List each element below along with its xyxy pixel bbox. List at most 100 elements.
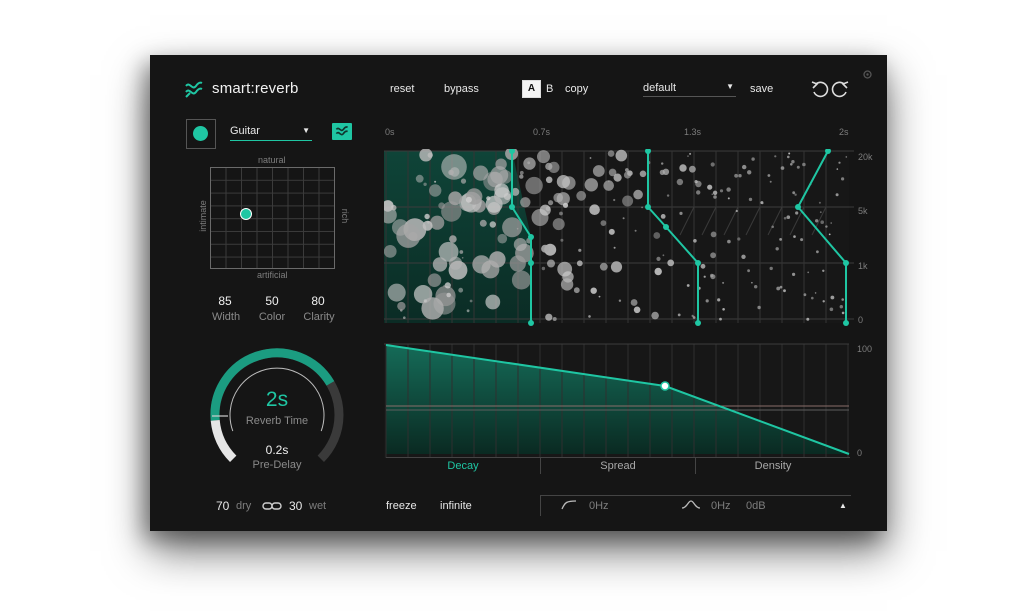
reset-button[interactable]: reset [390,83,414,95]
spectrum-particle [689,152,692,155]
spectrum-particle [819,211,822,214]
bell-filter-icon[interactable] [681,500,701,510]
spectrum-particle [423,182,427,186]
spectrum-particle [441,154,467,180]
spectrum-particle [769,266,773,271]
spectrum-particle [761,202,764,205]
spectrum-particle [489,221,496,228]
tab-decay[interactable]: Decay [386,458,541,474]
color-label: Color [258,311,286,323]
wet-value[interactable]: 30 [289,499,302,513]
freq-label-5k: 5k [858,206,868,216]
low-cut-value[interactable]: 0Hz [589,500,609,512]
spectrum-particle [519,170,524,175]
xy-pad-handle[interactable] [240,208,252,220]
decay-envelope-editor[interactable] [384,340,854,460]
spectrum-particle [423,299,427,303]
spectrum-particle [537,150,550,164]
undo-icon[interactable] [810,79,830,99]
spectrum-particle [449,235,457,243]
spectrum-particle [783,289,786,293]
spectrum-particle [822,269,825,272]
spectrum-particle [747,170,752,175]
profile-color-dot [193,126,208,141]
spectrum-particle [403,316,406,319]
time-tick-1: 0.7s [533,127,551,137]
spectrum-particle [659,169,665,175]
spectrum-particle [598,295,601,298]
spectrum-particle [485,294,501,310]
character-xy-pad[interactable] [210,167,335,269]
spectrum-particle [448,256,463,270]
spectrum-particle [618,299,622,302]
bypass-button[interactable]: bypass [444,83,479,95]
profile-color-button[interactable] [186,119,216,149]
spectrum-particle [623,171,632,179]
spectrum-particle [396,223,421,248]
spectrum-particle [845,156,848,158]
spectrum-particle [415,174,424,183]
envelope-node[interactable] [660,381,670,391]
time-tick-3: 2s [839,127,849,137]
save-button[interactable]: save [750,83,773,95]
clarity-value[interactable]: 80 [298,294,338,308]
spectrum-particle [841,177,845,181]
spectrum-particle [828,233,831,236]
spectrum-particle [592,165,605,177]
spectrum-particle [710,252,716,259]
predelay-value[interactable]: 0.2s [242,443,312,457]
freeze-button[interactable]: freeze [386,500,417,512]
spectrum-particle [387,283,406,302]
spectrum-particle [560,238,564,242]
spectrum-particle [806,317,810,321]
bell-gain-value[interactable]: 0dB [746,500,766,512]
width-value[interactable]: 85 [205,294,245,308]
spectrum-particle [520,197,531,208]
ab-b-button[interactable]: B [546,83,553,95]
spectrum-particle [589,157,592,159]
source-select[interactable]: Guitar ▼ [230,124,312,141]
spectrum-particle [429,184,442,197]
link-icon[interactable] [262,501,282,511]
spectrum-particle [666,194,670,197]
low-cut-icon[interactable] [561,500,577,510]
spectrum-particle [689,165,696,173]
color-value[interactable]: 50 [252,294,292,308]
spectrum-particle [719,317,722,321]
spectrum-particle [560,278,574,291]
pad-label-left: intimate [198,200,208,232]
spectrum-particle [841,298,844,301]
tab-density[interactable]: Density [696,458,850,474]
dry-value[interactable]: 70 [216,499,229,513]
pad-label-bottom: artificial [257,270,288,280]
redo-icon[interactable] [830,79,850,99]
filter-expand-icon[interactable]: ▲ [839,501,847,510]
copy-button[interactable]: copy [565,83,588,95]
spectrum-particle [552,218,565,231]
spectrum-particle [610,261,623,273]
reverb-spectrum-display[interactable] [384,149,864,327]
spectrum-particle [531,209,549,226]
spectrum-particle [712,190,718,195]
spectrum-particle [557,261,573,277]
ab-a-button[interactable]: A [522,80,541,98]
preset-select[interactable]: default ▼ [643,81,736,97]
spectrum-particle [679,164,687,172]
spectrum-particle [822,300,825,303]
spectrum-particle [489,251,506,268]
wet-label: wet [309,500,327,512]
infinite-button[interactable]: infinite [440,500,472,512]
gear-icon[interactable] [862,69,873,80]
spectrum-particle [503,193,511,200]
spectrum-particle [738,174,742,178]
spectrum-particle [424,213,430,220]
spectrum-particle [556,175,570,189]
spectrum-particle [448,169,454,176]
spectrum-particle [573,287,580,294]
tab-spread[interactable]: Spread [541,458,696,474]
spectrum-particle [737,237,741,241]
spectrum-particle [460,178,467,184]
spectrum-particle [747,269,750,273]
smart-learn-button[interactable] [332,123,352,140]
bell-freq-value[interactable]: 0Hz [711,500,731,512]
